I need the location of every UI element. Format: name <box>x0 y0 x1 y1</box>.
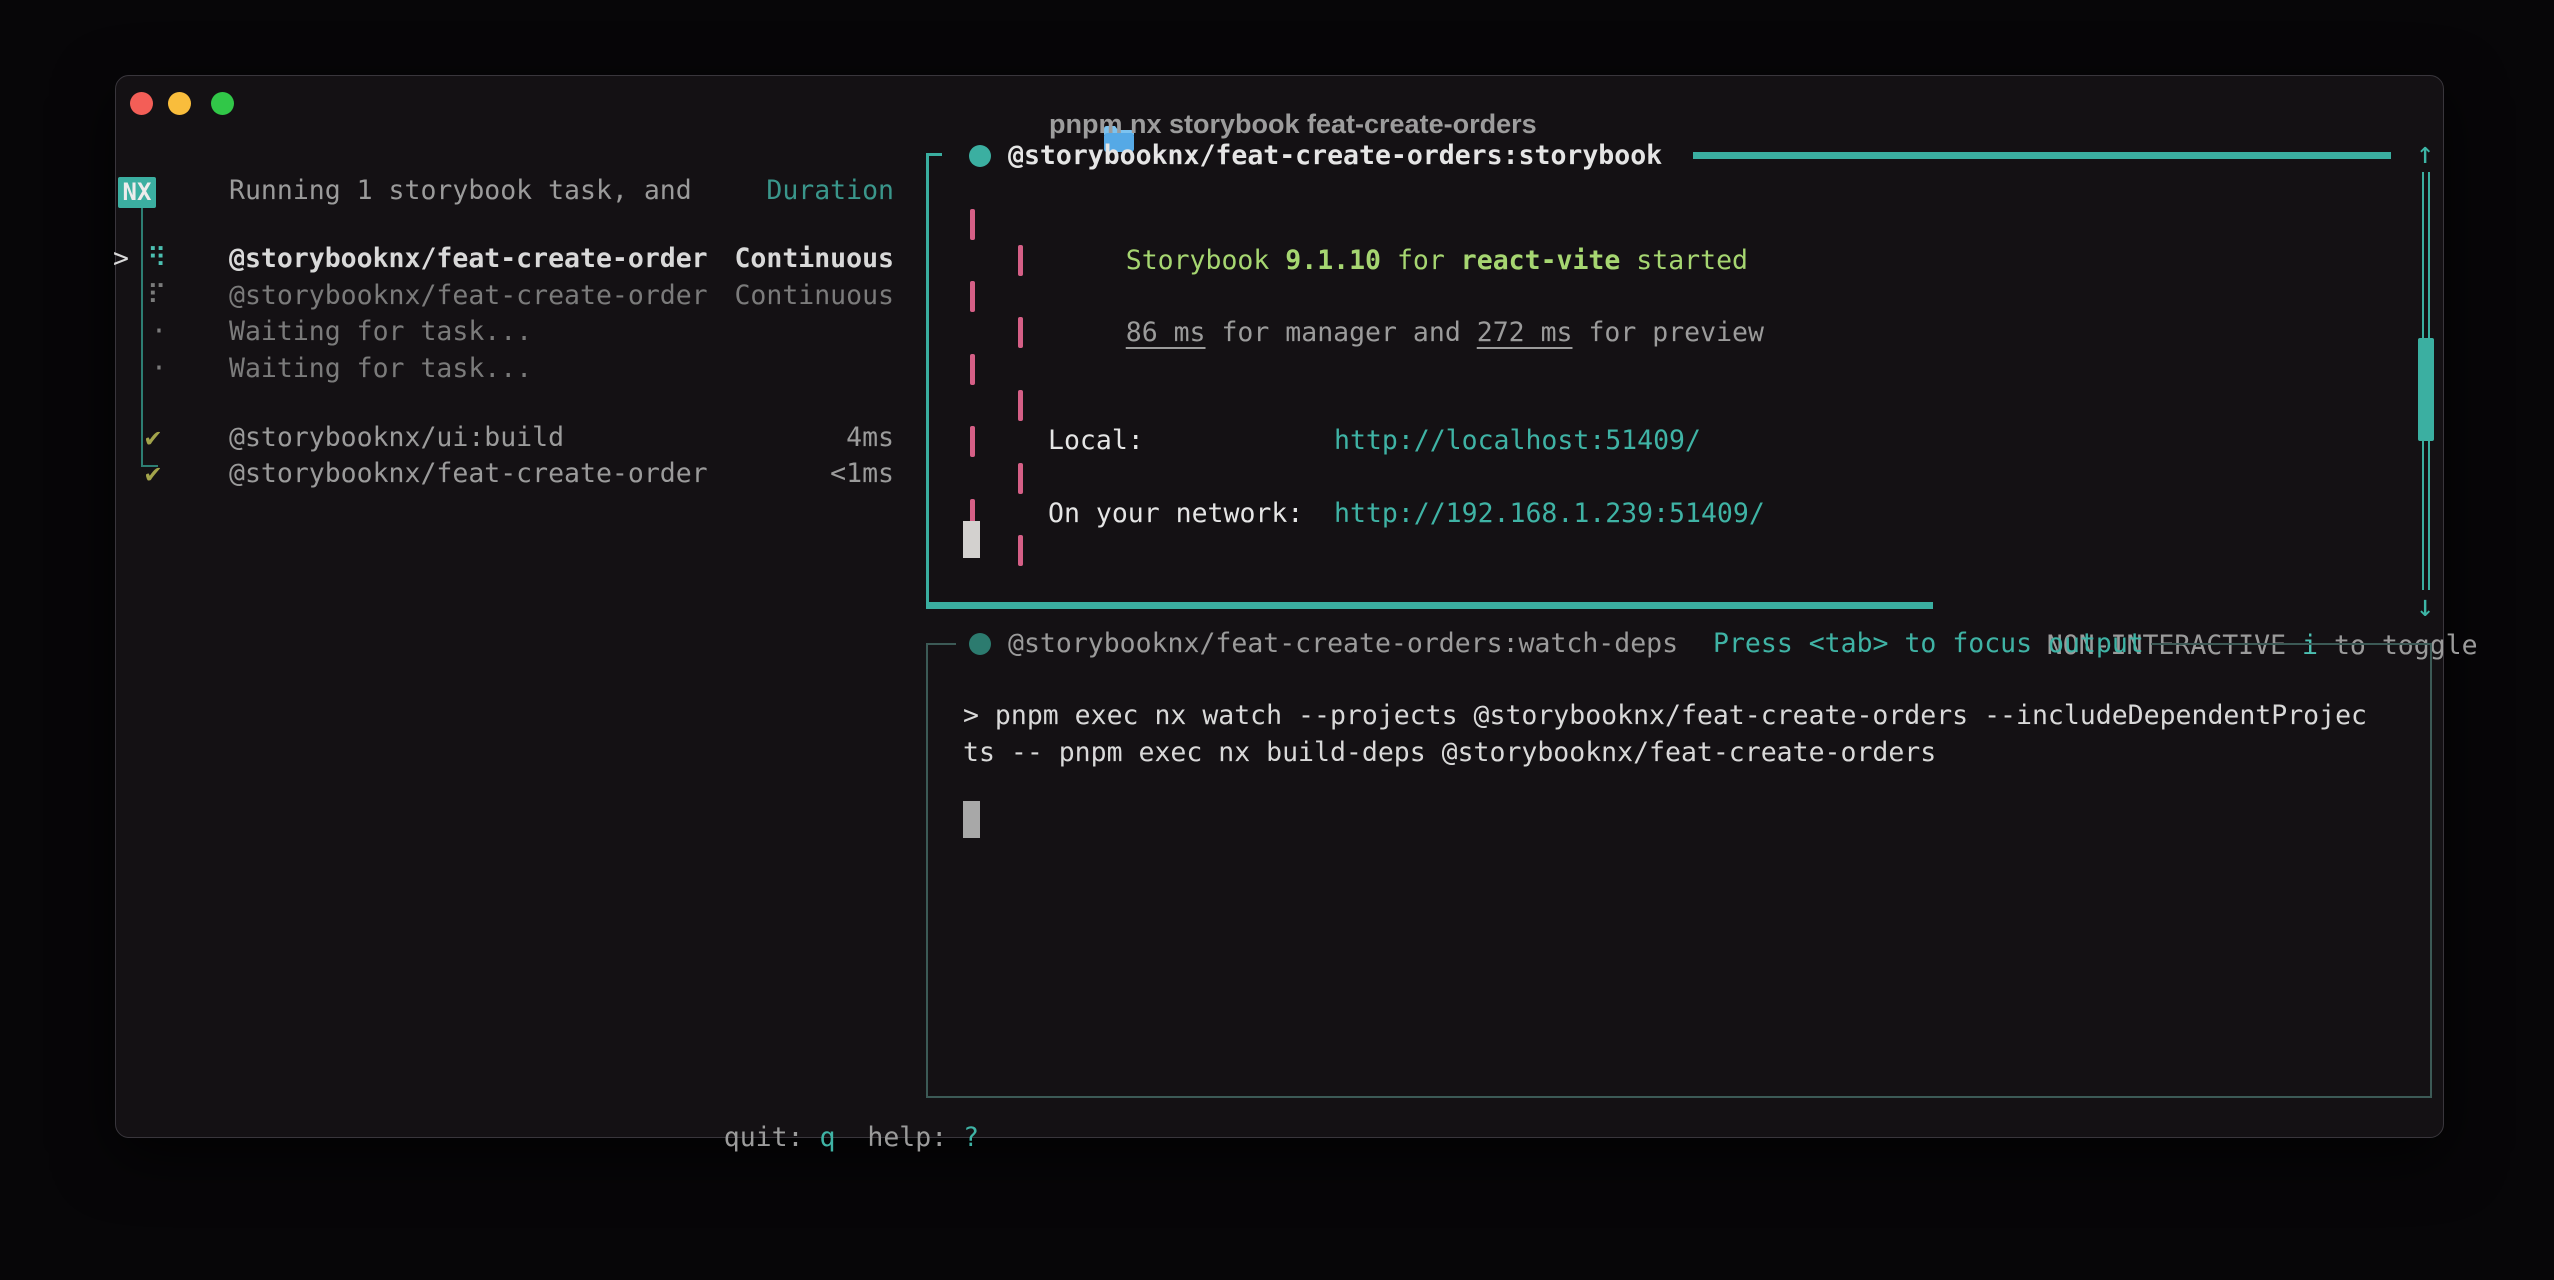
task-group-guide-line <box>141 208 143 467</box>
task-name: Waiting for task... <box>229 314 532 351</box>
waiting-bullet-icon: · <box>151 314 167 351</box>
waiting-bullet-icon: · <box>151 351 167 388</box>
check-icon: ✔ <box>145 420 161 457</box>
pink-gutter-bar <box>970 354 975 385</box>
network-label: On your network: <box>1048 496 1303 533</box>
task-status-dot-dim <box>969 633 991 655</box>
pink-gutter-bar <box>1018 463 1023 494</box>
storybook-panel-left-border <box>926 153 929 609</box>
minimize-button[interactable] <box>168 92 191 115</box>
help-key: ? <box>963 1122 979 1153</box>
network-url[interactable]: http://192.168.1.239:51409/ <box>1334 496 1765 533</box>
storybook-timing-line: 86 ms for manager and 272 ms for preview <box>1030 278 1764 388</box>
storybook-panel-corner <box>926 153 942 156</box>
local-url[interactable]: http://localhost:51409/ <box>1334 423 1701 460</box>
check-icon: ✔ <box>145 456 161 493</box>
desktop: pnpm nx storybook feat-create-orders NX … <box>0 0 2554 1280</box>
scroll-up-icon[interactable]: ↑ <box>2416 139 2434 169</box>
pink-gutter-bar <box>970 426 975 457</box>
task-status-dot <box>969 145 991 167</box>
pink-gutter-bar <box>1018 390 1023 421</box>
nx-logo-badge: NX <box>118 177 156 208</box>
quit-key: q <box>819 1122 835 1153</box>
terminal-cursor <box>963 801 980 838</box>
scroll-down-icon[interactable]: ↓ <box>2416 592 2434 622</box>
terminal-window: pnpm nx storybook feat-create-orders NX … <box>115 75 2444 1138</box>
zoom-button[interactable] <box>211 92 234 115</box>
command-line-2: ts -- pnpm exec nx build-deps @storybook… <box>963 735 1936 772</box>
local-label: Local: <box>1048 423 1144 460</box>
keybinding-footer: quit: q help: ? <box>628 1083 979 1193</box>
focus-hint: Press <tab> to focus output <box>1713 626 2144 663</box>
quit-label: quit: <box>724 1122 804 1153</box>
preview-time: 272 ms <box>1477 317 1573 348</box>
pink-gutter-bar <box>970 209 975 240</box>
pink-gutter-bar <box>1018 535 1023 566</box>
task-status: Continuous <box>601 278 894 315</box>
task-status: Continuous <box>601 241 894 278</box>
task-duration: 4ms <box>601 420 894 457</box>
manager-time: 86 ms <box>1126 317 1206 348</box>
storybook-panel-top-rule <box>1693 152 2391 159</box>
spinner-icon: ⠏ <box>147 278 166 315</box>
task-name: Waiting for task... <box>229 351 532 388</box>
spinner-icon: ⠻ <box>147 241 166 278</box>
pink-gutter-bar <box>1018 317 1023 348</box>
terminal-cursor <box>963 521 980 558</box>
watch-panel-top-border-left <box>926 643 956 645</box>
task-duration: <1ms <box>601 456 894 493</box>
help-label: help: <box>867 1122 947 1153</box>
pink-gutter-bar <box>1018 245 1023 276</box>
storybook-version: 9.1.10 <box>1285 245 1381 276</box>
storybook-builder: react-vite <box>1461 245 1621 276</box>
close-button[interactable] <box>130 92 153 115</box>
watch-panel-top-border-right <box>2151 643 2432 645</box>
selection-arrow-icon: > <box>113 241 129 278</box>
command-line-1: > pnpm exec nx watch --projects @storybo… <box>963 698 2367 735</box>
storybook-panel-title: @storybooknx/feat-create-orders:storyboo… <box>1008 138 1662 175</box>
scrollbar-thumb[interactable] <box>2418 338 2434 441</box>
pink-gutter-bar <box>970 281 975 312</box>
duration-column-header: Duration <box>601 173 894 210</box>
task-name: @storybooknx/ui:build <box>229 420 564 457</box>
storybook-panel-bottom-rule <box>926 602 1933 609</box>
watch-panel-title: @storybooknx/feat-create-orders:watch-de… <box>1008 626 1678 663</box>
